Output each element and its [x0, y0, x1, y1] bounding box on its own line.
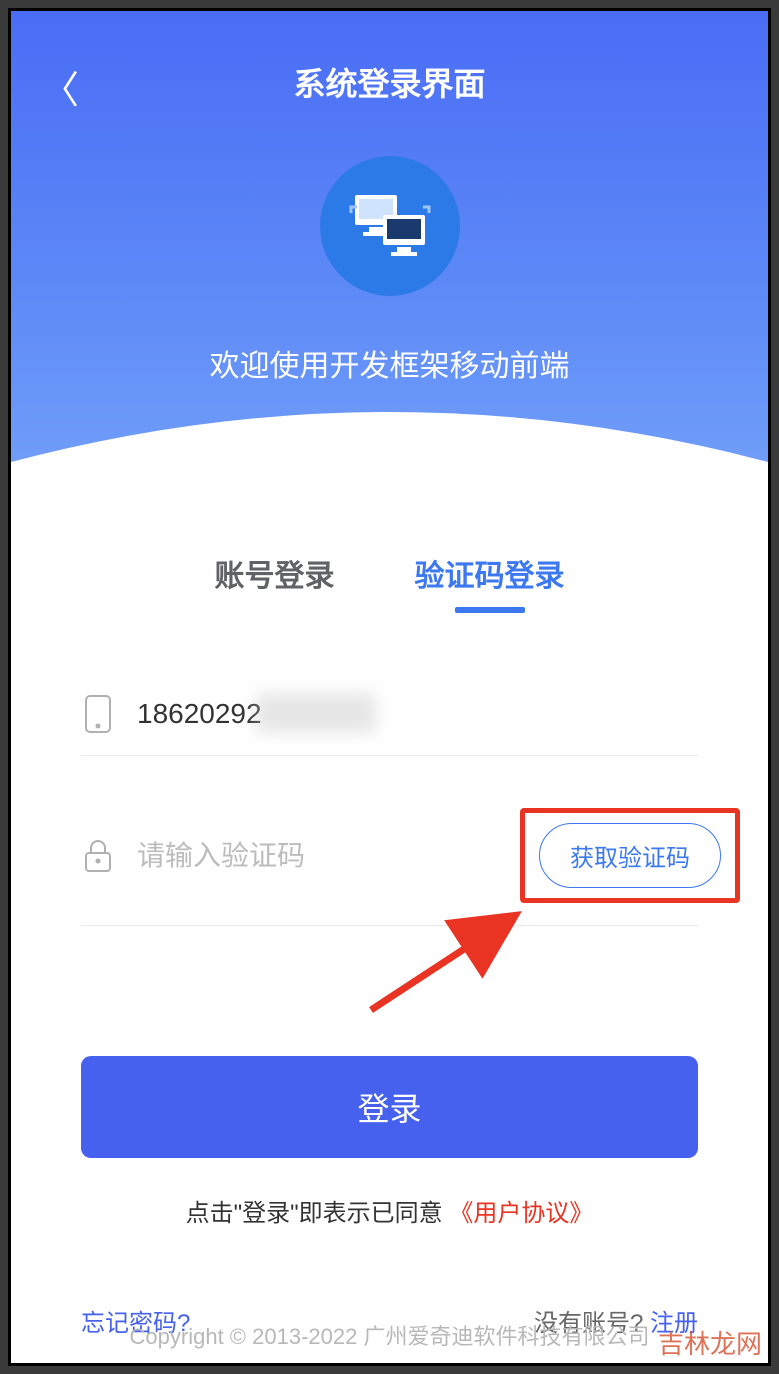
watermark-text: 吉林龙网: [658, 1324, 762, 1361]
agreement-text: 点击"登录"即表示已同意 《用户协议》: [81, 1193, 698, 1228]
tab-sms-login[interactable]: 验证码登录: [415, 551, 565, 613]
phone-input[interactable]: [137, 698, 698, 730]
code-input[interactable]: [137, 840, 498, 872]
page-title: 系统登录界面: [293, 59, 485, 105]
code-row: 获取验证码: [81, 786, 698, 926]
copyright-text: Copyright © 2013-2022 广州爱奇迪软件科技有限公司: [11, 1307, 768, 1363]
login-tabs: 账号登录 验证码登录: [81, 551, 698, 613]
annotation-highlight: 获取验证码: [520, 808, 740, 903]
login-button[interactable]: 登录: [81, 1056, 698, 1158]
user-agreement-link[interactable]: 《用户协议》: [449, 1200, 593, 1227]
annotation-arrow-icon: [361, 900, 541, 1020]
tab-account-login[interactable]: 账号登录: [215, 551, 335, 613]
curve-divider: [11, 402, 768, 492]
login-form: 账号登录 验证码登录 获取验证码 登录 点击"登录"即表示: [11, 491, 768, 1338]
get-code-button[interactable]: 获取验证码: [539, 823, 721, 888]
app-logo: [320, 156, 460, 296]
phone-icon: [81, 695, 115, 733]
header-gradient: 〈 系统登录界面 欢迎使用开发框架移动前端: [11, 11, 768, 491]
agreement-prefix: 点击"登录"即表示已同意: [186, 1200, 443, 1227]
phone-row: [81, 673, 698, 756]
lock-icon: [81, 839, 115, 873]
devices-icon: [349, 185, 431, 267]
app-screen: 〈 系统登录界面 欢迎使用开发框架移动前端 账号登录 验证码登录: [8, 8, 771, 1366]
welcome-text: 欢迎使用开发框架移动前端: [210, 341, 570, 385]
back-icon[interactable]: 〈: [41, 59, 79, 114]
